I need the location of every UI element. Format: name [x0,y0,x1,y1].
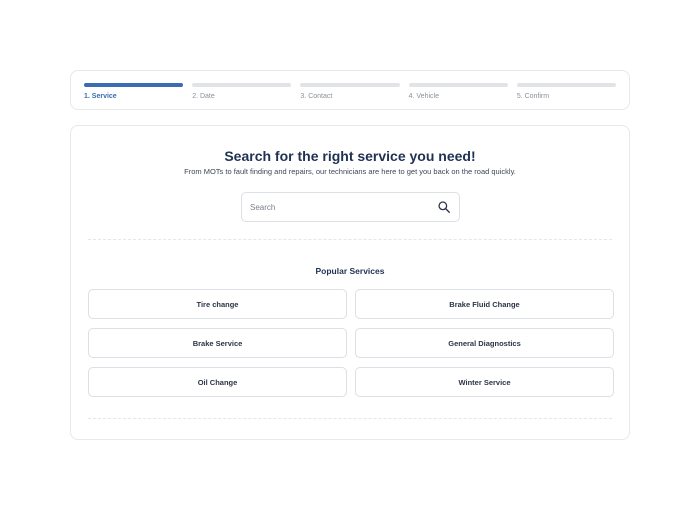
service-brake-service-button[interactable]: Brake Service [88,328,347,358]
step-confirm[interactable]: 5. Confirm [516,83,617,101]
step-label: 3. Contact [300,93,333,100]
section-divider [88,418,612,419]
step-service[interactable]: 1. Service [84,83,184,101]
service-search-card: Search for the right service you need! F… [70,125,630,440]
service-winter-service-button[interactable]: Winter Service [355,367,614,397]
step-label: 1. Service [84,93,117,100]
step-date[interactable]: 2. Date [192,83,292,101]
stepper-steps: 1. Service 2. Date 3. Contact 4. Vehicle… [84,83,617,101]
step-vehicle[interactable]: 4. Vehicle [408,83,508,101]
section-divider [88,239,612,240]
service-general-diagnostics-button[interactable]: General Diagnostics [355,328,614,358]
step-contact[interactable]: 3. Contact [300,83,400,101]
search-input[interactable] [250,193,420,221]
booking-page: 1. Service 2. Date 3. Contact 4. Vehicle… [0,0,700,510]
step-label: 5. Confirm [516,93,550,100]
step-label: 2. Date [192,93,215,100]
step-progress-bar [516,83,617,87]
search-icon[interactable] [437,200,451,214]
progress-stepper: 1. Service 2. Date 3. Contact 4. Vehicle… [70,70,630,110]
popular-services-heading: Popular Services [315,266,385,276]
step-label: 4. Vehicle [408,93,439,100]
service-oil-change-button[interactable]: Oil Change [88,367,347,397]
step-progress-bar [192,83,292,87]
step-progress-bar [84,83,184,87]
service-tire-change-button[interactable]: Tire change [88,289,347,319]
step-progress-bar [408,83,508,87]
step-progress-bar [300,83,400,87]
search-box[interactable] [241,192,460,222]
popular-services-grid: Tire change Brake Fluid Change Brake Ser… [88,289,614,397]
page-subtitle: From MOTs to fault finding and repairs, … [184,167,516,176]
service-brake-fluid-change-button[interactable]: Brake Fluid Change [355,289,614,319]
page-title: Search for the right service you need! [224,148,476,164]
